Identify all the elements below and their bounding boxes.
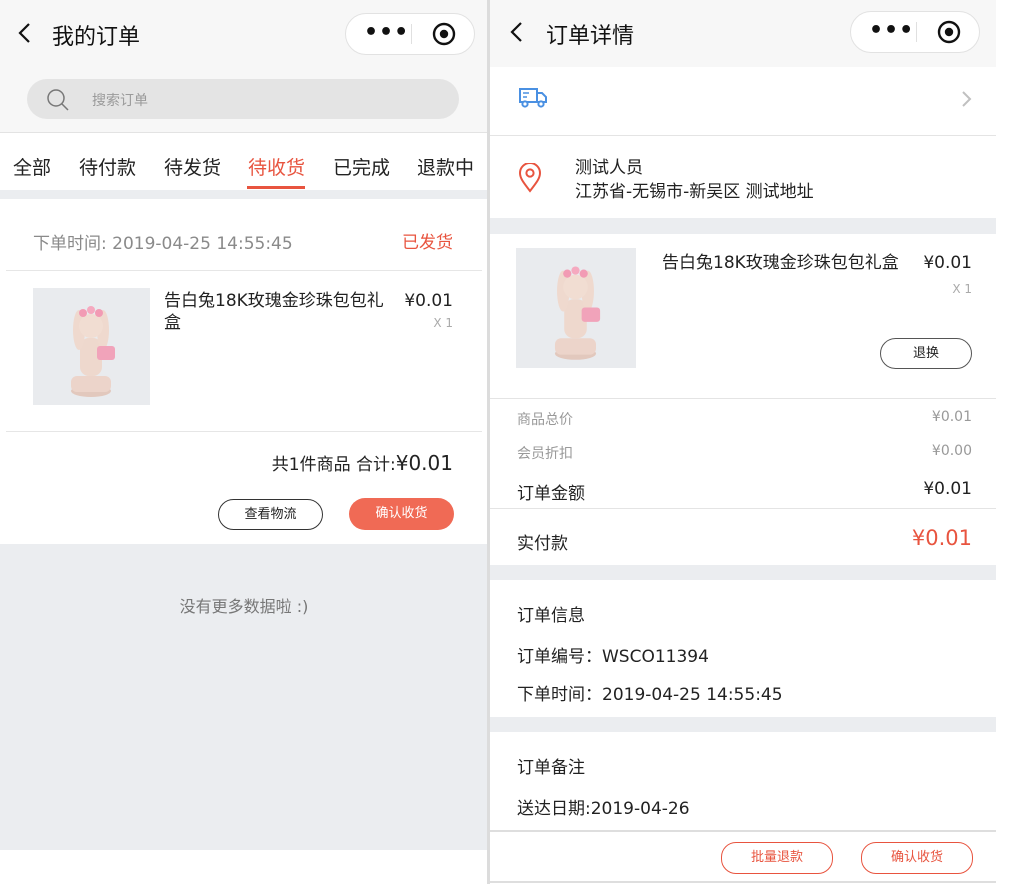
chevron-right-icon	[962, 91, 972, 107]
logistics-row[interactable]	[490, 67, 996, 135]
return-exchange-button[interactable]: 退换	[880, 338, 972, 369]
search-icon	[47, 89, 69, 111]
truck-icon	[519, 88, 547, 108]
receiver-name: 测试人员	[575, 158, 643, 178]
goods-name[interactable]: 告白兔18K玫瑰金珍珠包包礼盒	[662, 252, 906, 275]
price-breakdown: 商品总价 ¥0.01 会员折扣 ¥0.00 订单金额 ¥0.01	[490, 399, 996, 509]
tab-pending-shipment[interactable]: 待发货	[164, 153, 221, 180]
bottom-action-bar: 批量退款 确认收货	[490, 832, 996, 880]
tab-completed[interactable]: 已完成	[333, 153, 390, 180]
confirm-receipt-button[interactable]: 确认收货	[349, 498, 454, 530]
paid-row: 实付款 ¥0.01	[490, 509, 996, 565]
goods-section: 告白兔18K玫瑰金珍珠包包礼盒 ¥0.01 X 1 退换	[490, 234, 996, 398]
paid-value: ¥0.01	[911, 526, 972, 550]
divider	[490, 881, 996, 883]
paid-label: 实付款	[517, 534, 568, 554]
goods-name[interactable]: 告白兔18K玫瑰金珍珠包包礼盒	[164, 290, 396, 334]
search-area: 搜索订单	[0, 67, 488, 133]
page-title: 订单详情	[546, 24, 635, 49]
tab-refunding[interactable]: 退款中	[417, 153, 474, 180]
section-gap	[490, 565, 996, 580]
batch-refund-button[interactable]: 批量退款	[721, 842, 833, 874]
order-remark-section: 订单备注 送达日期:2019-04-26	[490, 732, 996, 830]
summary-amount: ¥0.01	[395, 451, 453, 475]
order-tabs: 全部 待付款 待发货 待收货 已完成 退款中	[0, 133, 488, 190]
page-title: 我的订单	[52, 25, 141, 50]
back-arrow-icon[interactable]	[508, 21, 526, 43]
nav-bar: 我的订单 •••	[0, 0, 488, 67]
tab-pending-payment[interactable]: 待付款	[79, 153, 136, 180]
goods-qty: X 1	[952, 282, 972, 296]
goods-total-value: ¥0.01	[931, 409, 972, 425]
receiver-address: 江苏省-无锡市-新吴区 测试地址	[575, 182, 814, 202]
target-icon[interactable]	[432, 22, 456, 46]
nav-bar: 订单详情 •••	[490, 0, 996, 67]
no-more-text: 没有更多数据啦 :)	[179, 597, 309, 616]
summary-prefix: 共1件商品 合计:	[271, 455, 396, 475]
mini-program-capsule: •••	[850, 11, 980, 53]
member-discount-value: ¥0.00	[931, 443, 972, 459]
orders-screen: 我的订单 ••• 搜索订单 全部 待付款 待发货 待收货 已完成 退款中 下单时…	[0, 0, 488, 850]
goods-thumbnail[interactable]	[33, 288, 150, 405]
order-time: 下单时间：2019-04-25 14:55:45	[517, 685, 783, 705]
order-number: 订单编号：WSCO11394	[517, 647, 709, 667]
goods-price: ¥0.01	[923, 253, 972, 273]
order-amount-label: 订单金额	[517, 484, 585, 504]
divider	[6, 431, 482, 432]
active-tab-indicator	[247, 186, 305, 189]
member-discount-label: 会员折扣	[517, 446, 573, 462]
order-info-heading: 订单信息	[517, 606, 585, 626]
location-pin-icon	[518, 163, 542, 193]
search-placeholder: 搜索订单	[92, 93, 148, 109]
order-remark-text: 送达日期:2019-04-26	[517, 799, 690, 819]
capsule-divider	[916, 22, 917, 42]
bunny-figurine-image	[71, 306, 115, 397]
goods-total-label: 商品总价	[517, 412, 573, 428]
confirm-receipt-button[interactable]: 确认收货	[861, 842, 973, 874]
order-summary: 共1件商品 合计:¥0.01	[272, 450, 453, 475]
back-arrow-icon[interactable]	[16, 22, 34, 44]
address-row: 测试人员 江苏省-无锡市-新吴区 测试地址	[490, 136, 996, 218]
order-time: 下单时间: 2019-04-25 14:55:45	[33, 234, 293, 254]
more-dots-icon[interactable]: •••	[869, 12, 913, 52]
goods-thumbnail[interactable]	[516, 248, 636, 368]
order-amount-value: ¥0.01	[923, 479, 972, 499]
order-info-section: 订单信息 订单编号：WSCO11394 下单时间：2019-04-25 14:5…	[490, 580, 996, 717]
tab-all[interactable]: 全部	[13, 153, 51, 180]
divider	[6, 270, 482, 271]
search-input[interactable]: 搜索订单	[27, 79, 459, 119]
order-remark-heading: 订单备注	[517, 758, 585, 778]
order-card[interactable]: 下单时间: 2019-04-25 14:55:45 已发货 告白兔18K玫瑰金珍…	[0, 199, 488, 544]
mini-program-capsule: •••	[345, 13, 475, 55]
order-status: 已发货	[402, 233, 453, 253]
view-logistics-button[interactable]: 查看物流	[218, 499, 323, 530]
bunny-figurine-image	[554, 266, 601, 360]
section-gap	[490, 218, 996, 234]
target-icon[interactable]	[937, 20, 961, 44]
capsule-divider	[411, 24, 412, 44]
goods-qty: X 1	[433, 316, 453, 330]
tab-pending-receipt[interactable]: 待收货	[248, 153, 305, 180]
goods-price: ¥0.01	[404, 291, 453, 311]
section-gap	[490, 717, 996, 732]
more-dots-icon[interactable]: •••	[364, 14, 408, 54]
order-detail-screen: 订单详情 ••• 测试人员 江苏省-无锡市-新吴区 测试地址 告白兔18K玫瑰金…	[490, 0, 996, 884]
